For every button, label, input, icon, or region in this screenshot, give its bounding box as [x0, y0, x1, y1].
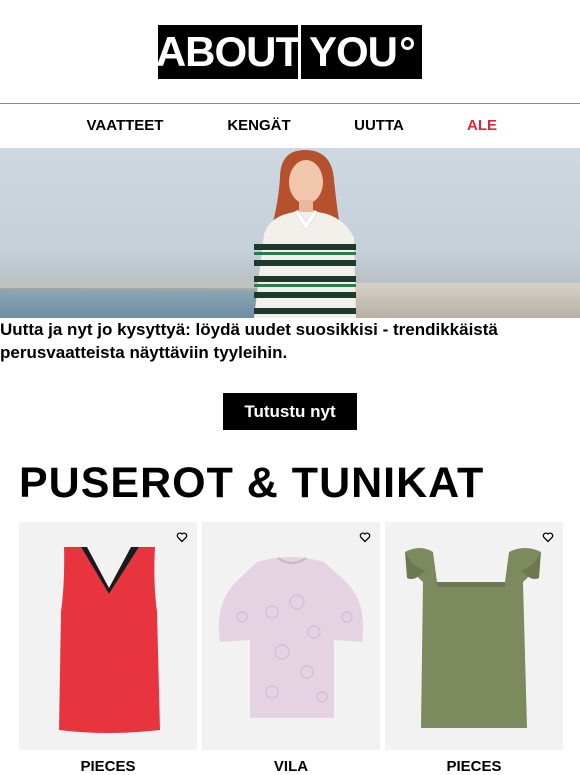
hero-model-figure: [254, 150, 356, 318]
logo-ring-icon: [401, 36, 414, 50]
nav-item-uutta[interactable]: UUTTA: [354, 104, 404, 148]
nav-item-ale[interactable]: ALE: [467, 104, 497, 148]
product-image-top: [59, 547, 160, 733]
hero-town: [340, 283, 580, 318]
hero-sea: [0, 290, 260, 318]
logo-about-text: ABOUT: [155, 28, 301, 75]
heart-icon[interactable]: [359, 531, 371, 543]
nav-item-vaatteet[interactable]: VAATTEET: [87, 104, 164, 148]
about-you-logo[interactable]: ABOUT YOU: [155, 25, 422, 79]
product-image-blouse: [218, 557, 364, 718]
logo-you-label: YOU: [308, 28, 398, 75]
product-brand[interactable]: PIECES: [19, 758, 197, 775]
product-card[interactable]: [202, 522, 380, 750]
main-navigation: VAATTEET KENGÄT UUTTA ALE: [0, 103, 580, 149]
product-image-ruffle-top: [405, 548, 541, 728]
product-brand[interactable]: PIECES: [385, 758, 563, 775]
hero-banner-image[interactable]: [0, 148, 580, 318]
nav-item-kengat[interactable]: KENGÄT: [227, 104, 290, 148]
hero-description: Uutta ja nyt jo kysyttyä: löydä uudet su…: [0, 320, 498, 362]
product-card[interactable]: [19, 522, 197, 750]
explore-now-button[interactable]: Tutustu nyt: [223, 393, 357, 430]
logo-you-text: YOU: [301, 25, 422, 79]
heart-icon[interactable]: [542, 531, 554, 543]
heart-icon[interactable]: [176, 531, 188, 543]
section-title: PUSEROT & TUNIKAT: [19, 459, 485, 507]
product-brand[interactable]: VILA: [202, 758, 380, 775]
product-card[interactable]: [385, 522, 563, 750]
